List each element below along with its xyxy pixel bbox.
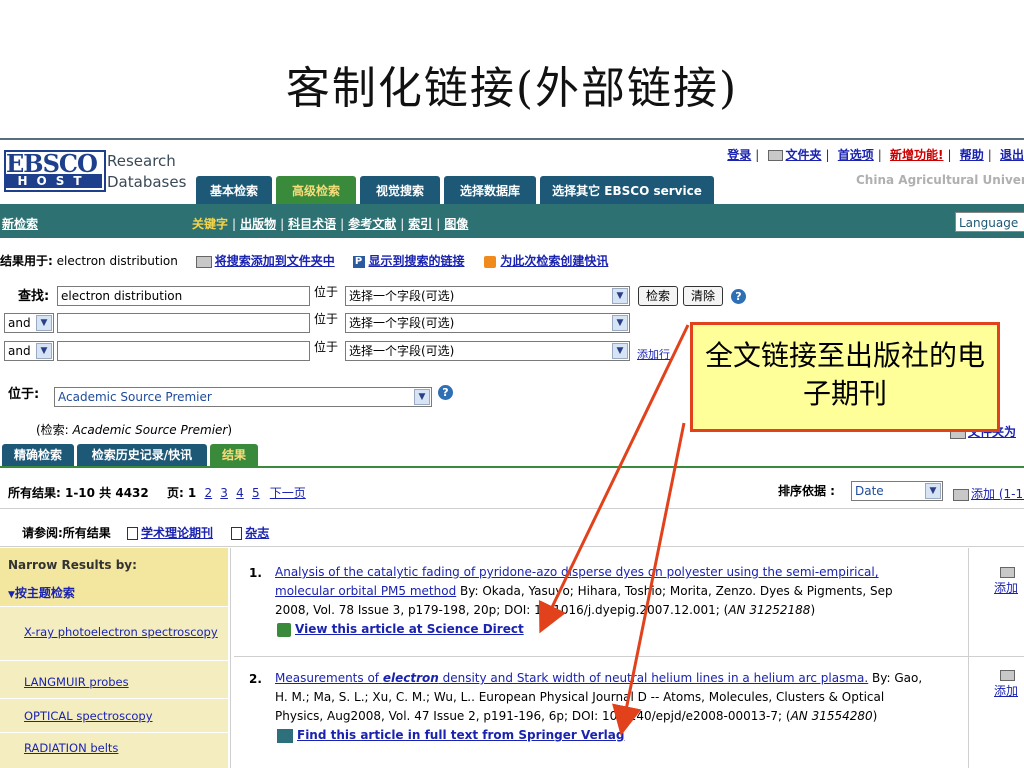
annotation-arrows [538, 324, 690, 736]
arrow-to-science-direct [538, 324, 690, 634]
arrow-to-springer [612, 422, 686, 736]
